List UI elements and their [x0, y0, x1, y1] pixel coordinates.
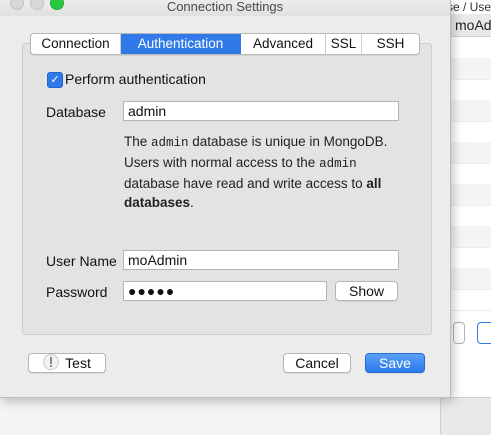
note-text: .: [190, 195, 194, 210]
background-footer: [441, 397, 491, 435]
background-button[interactable]: [453, 322, 465, 344]
test-button[interactable]: Test: [28, 353, 106, 373]
show-password-button[interactable]: Show: [335, 281, 398, 301]
test-button-label: Test: [65, 355, 91, 371]
tab-advanced[interactable]: Advanced: [241, 34, 326, 54]
tab-authentication[interactable]: Authentication: [121, 34, 241, 54]
note-code-admin: admin: [151, 136, 189, 150]
username-label: User Name: [46, 253, 117, 269]
note-code-admin: admin: [319, 157, 357, 171]
username-input[interactable]: [123, 250, 399, 270]
database-note: The admin database is unique in MongoDB.…: [124, 132, 404, 212]
password-label: Password: [46, 284, 108, 300]
background-button[interactable]: [477, 322, 491, 344]
save-button[interactable]: Save: [365, 353, 425, 373]
background-breadcrumb: se / Use: [447, 0, 491, 14]
tab-connection[interactable]: Connection: [31, 34, 121, 54]
connection-settings-dialog: Connection Settings Connection Authentic…: [0, 0, 451, 398]
database-input[interactable]: [123, 101, 399, 121]
database-label: Database: [46, 104, 106, 120]
password-input[interactable]: ●●●●●: [123, 281, 327, 301]
tab-ssh[interactable]: SSH: [362, 34, 419, 54]
tab-ssl[interactable]: SSL: [326, 34, 362, 54]
cancel-button[interactable]: Cancel: [283, 353, 351, 373]
title-bar: Connection Settings: [0, 0, 450, 16]
perform-authentication-label: Perform authentication: [65, 71, 206, 87]
warning-icon: [43, 354, 60, 370]
note-text: database have read and write access to: [124, 176, 367, 191]
perform-authentication-checkbox[interactable]: ✓: [47, 72, 63, 88]
tab-bar: Connection Authentication Advanced SSL S…: [30, 33, 420, 55]
background-header-text: moAd: [455, 17, 491, 33]
note-text: The: [124, 134, 152, 149]
window-title: Connection Settings: [166, 0, 284, 14]
